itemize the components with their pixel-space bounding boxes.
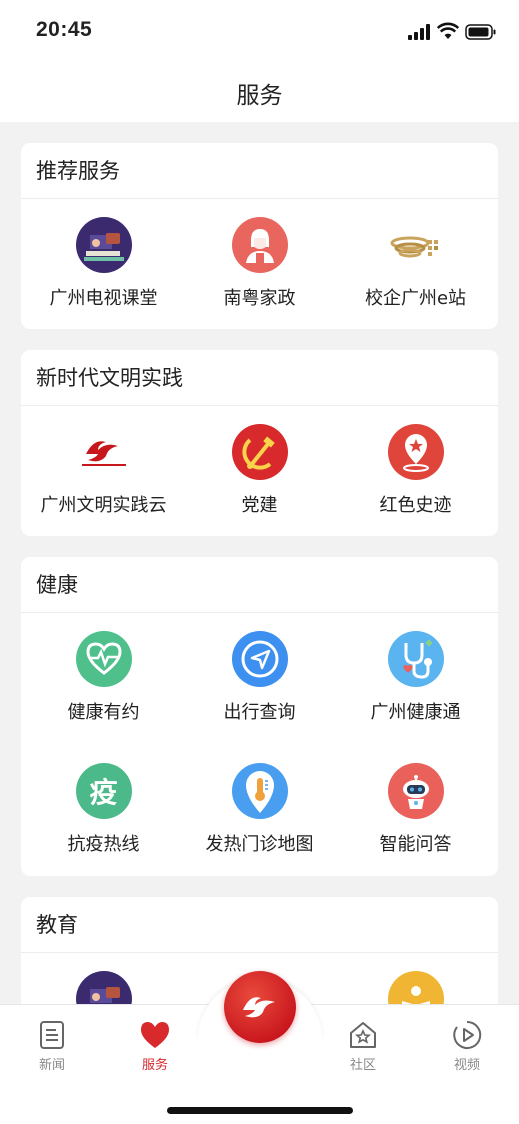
community-house-star-icon (347, 1019, 379, 1051)
service-party-building[interactable]: 党建 (180, 424, 339, 517)
stethoscope-icon (387, 631, 444, 687)
section-title: 新时代文明实践 (21, 350, 498, 406)
service-label: 校企广州e站 (364, 288, 467, 309)
nav-bar: 服务 (0, 62, 519, 122)
tab-label: 新闻 (38, 1058, 65, 1073)
book-reading-icon (387, 971, 444, 1006)
service-guangzhou-health-pass[interactable]: 广州健康通 (336, 631, 495, 724)
service-guangzhou-tv-classroom[interactable]: 广州电视课堂 (24, 217, 183, 310)
battery-icon (465, 24, 497, 40)
service-nanyue-housekeeping[interactable]: 南粤家政 (180, 217, 339, 310)
hammer-sickle-icon (231, 424, 288, 480)
service-label: 广州电视课堂 (49, 288, 158, 309)
service-smart-qa[interactable]: 智能问答 (336, 763, 495, 856)
service-label: 党建 (241, 495, 278, 516)
red-star-location-icon (387, 424, 444, 480)
service-label: 发热门诊地图 (205, 834, 314, 855)
service-label: 南粤家政 (223, 288, 296, 309)
service-civilization-cloud[interactable]: 广州文明实践云 (24, 424, 183, 517)
navigation-arrow-icon (231, 631, 288, 687)
page-title: 服务 (236, 83, 283, 109)
service-label: 红色史迹 (379, 495, 452, 516)
play-circle-icon (451, 1019, 483, 1051)
section-title: 教育 (21, 897, 498, 953)
service-label: 出行查询 (223, 702, 296, 723)
section-civilization-practice: 新时代文明实践 广州文明实践云 党建 红色史迹 (21, 350, 498, 536)
tab-video[interactable]: 视频 (432, 1019, 502, 1073)
civilization-practice-logo-icon (75, 424, 132, 480)
section-health: 健康 健康有约 出行查询 广州健康通 疫 抗疫热线 发热门诊地图 智能问答 (21, 557, 498, 876)
housekeeping-worker-icon (231, 217, 288, 273)
campus-enterprise-logo-icon (387, 217, 444, 273)
tv-classroom-icon (75, 217, 132, 273)
tab-label: 视频 (453, 1058, 480, 1073)
service-label: 智能问答 (379, 834, 452, 855)
service-travel-query[interactable]: 出行查询 (180, 631, 339, 724)
status-time: 20:45 (36, 18, 93, 41)
tab-community[interactable]: 社区 (328, 1019, 398, 1073)
service-health-appointment[interactable]: 健康有约 (24, 631, 183, 724)
service-epidemic-hotline[interactable]: 疫 抗疫热线 (24, 763, 183, 856)
status-bar: 20:45 (0, 0, 519, 62)
services-scroll-area[interactable]: 推荐服务 广州电视课堂 南粤家政 校企广州e站 新时代文明实践 广州文明实践云 … (0, 122, 519, 1006)
epidemic-glyph: 疫 (89, 776, 118, 809)
brand-logo-button[interactable] (224, 971, 296, 1043)
brand-logo-icon (243, 997, 275, 1018)
service-fever-clinic-map[interactable]: 发热门诊地图 (180, 763, 339, 856)
service-label: 广州健康通 (370, 702, 461, 723)
thermometer-map-icon (231, 763, 288, 819)
service-label: 抗疫热线 (67, 834, 140, 855)
heart-icon (139, 1019, 171, 1051)
tab-services[interactable]: 服务 (120, 1019, 190, 1073)
service-label: 健康有约 (67, 702, 140, 723)
home-indicator (167, 1107, 353, 1114)
service-education-reading[interactable] (336, 971, 495, 1006)
service-campus-e-station[interactable]: 校企广州e站 (336, 217, 495, 310)
epidemic-hotline-icon: 疫 (75, 763, 132, 819)
tab-label: 服务 (141, 1058, 168, 1073)
news-document-icon (36, 1019, 68, 1051)
service-education-tv[interactable] (24, 971, 183, 1006)
cellular-signal-icon (408, 24, 432, 40)
heart-pulse-icon (75, 631, 132, 687)
tab-news[interactable]: 新闻 (17, 1019, 87, 1073)
service-red-historic-sites[interactable]: 红色史迹 (336, 424, 495, 517)
section-recommended: 推荐服务 广州电视课堂 南粤家政 校企广州e站 (21, 143, 498, 329)
tv-classroom-icon (75, 971, 132, 1006)
service-label: 广州文明实践云 (40, 495, 167, 516)
wifi-icon (436, 22, 460, 40)
bottom-tab-bar: 新闻 服务 社区 视频 (0, 971, 519, 1124)
section-title: 健康 (21, 557, 498, 613)
section-title: 推荐服务 (21, 143, 498, 199)
tab-label: 社区 (349, 1058, 376, 1073)
robot-icon (387, 763, 444, 819)
